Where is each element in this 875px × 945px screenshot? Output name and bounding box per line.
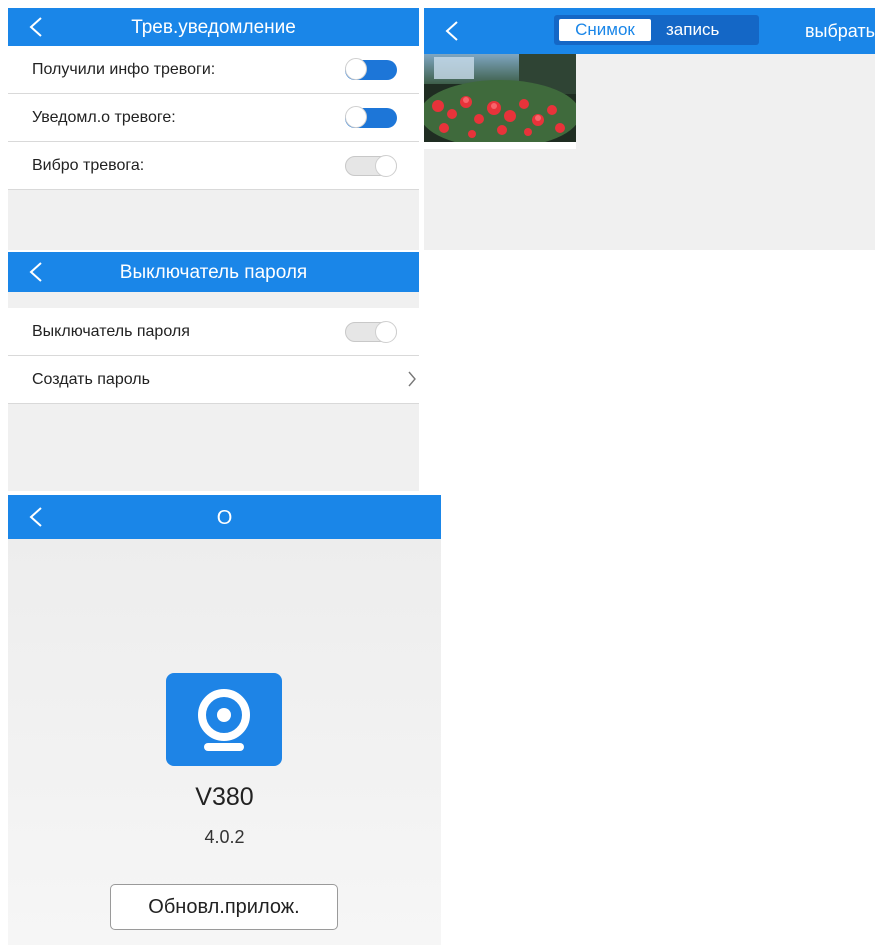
media-panel: Снимок запись выбрать xyxy=(424,8,875,250)
setting-label: Уведомл.о тревоге: xyxy=(32,108,176,126)
settings-list: Получили инфо тревоги: Уведомл.о тревоге… xyxy=(8,46,419,190)
app-version: 4.0.2 xyxy=(204,827,245,847)
update-app-button[interactable]: Обновл.прилож. xyxy=(110,884,338,930)
setting-label: Создать пароль xyxy=(32,370,150,388)
setting-row-vibration: Вибро тревога: xyxy=(8,142,419,190)
navbar: Трев.уведомление xyxy=(8,8,419,46)
settings-list: Выключатель пароля Создать пароль xyxy=(8,308,419,404)
page-title: Трев.уведомление xyxy=(131,17,296,38)
navbar: О xyxy=(8,495,441,539)
navbar: Выключатель пароля xyxy=(8,252,419,292)
setting-label: Вибро тревога: xyxy=(32,156,145,174)
password-toggle[interactable] xyxy=(345,321,397,343)
setting-row-password-switch: Выключатель пароля xyxy=(8,308,419,356)
password-panel: Выключатель пароля Выключатель пароля Со… xyxy=(8,252,419,491)
select-button[interactable]: выбрать xyxy=(805,21,875,42)
vibration-toggle[interactable] xyxy=(345,155,397,177)
tab-recording[interactable]: запись xyxy=(666,19,719,41)
media-tabs: Снимок запись xyxy=(554,15,759,45)
camera-icon xyxy=(166,673,282,766)
page-title: О xyxy=(216,507,233,529)
toggle-knob xyxy=(375,155,397,177)
setting-row-create-password[interactable]: Создать пароль xyxy=(8,356,419,404)
alarm-settings-panel: Трев.уведомление Получили инфо тревоги: … xyxy=(8,8,419,250)
alarm-info-toggle[interactable] xyxy=(345,58,397,80)
toggle-knob xyxy=(375,321,397,343)
back-button[interactable] xyxy=(438,8,466,54)
chevron-right-icon xyxy=(408,371,416,387)
setting-label: Выключатель пароля xyxy=(32,322,190,340)
toggle-knob xyxy=(345,58,367,80)
alarm-notify-toggle[interactable] xyxy=(345,106,397,128)
setting-label: Получили инфо тревоги: xyxy=(32,60,216,78)
chevron-left-icon xyxy=(445,21,458,41)
setting-row-alarm-notify: Уведомл.о тревоге: xyxy=(8,94,419,142)
app-name: V380 xyxy=(195,783,254,811)
snapshot-thumbnail[interactable] xyxy=(424,54,576,149)
about-panel: О V380 4.0.2 Обновл.прилож. xyxy=(8,495,441,945)
tab-snapshot[interactable]: Снимок xyxy=(559,19,651,41)
setting-row-alarm-info: Получили инфо тревоги: xyxy=(8,46,419,94)
navbar: Снимок запись выбрать xyxy=(424,8,875,54)
toggle-knob xyxy=(345,106,367,128)
snapshot-image xyxy=(424,54,576,149)
page-title: Выключатель пароля xyxy=(119,262,308,283)
